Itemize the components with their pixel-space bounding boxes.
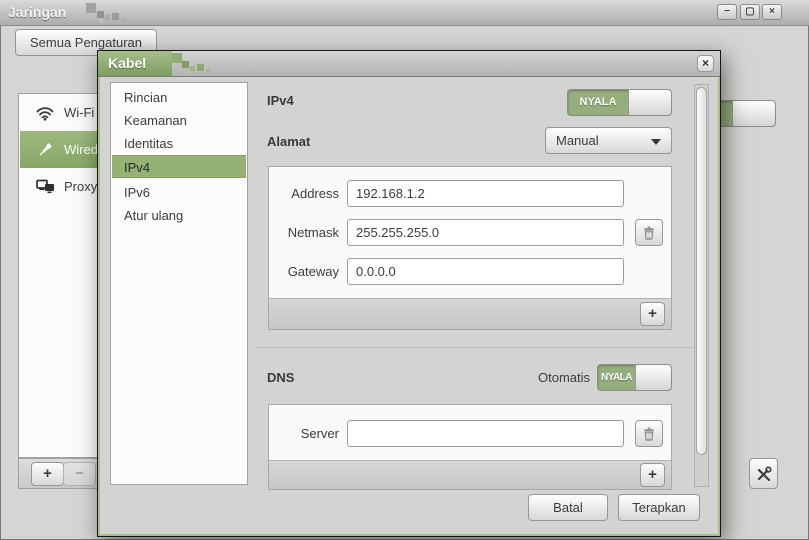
sidebar-item-label: Wired	[64, 142, 98, 157]
server-label: Server	[275, 426, 339, 441]
close-button[interactable]: ×	[762, 4, 782, 20]
add-address-button[interactable]: +	[640, 302, 665, 326]
close-icon: ×	[769, 6, 775, 17]
window-title: Jaringan	[8, 4, 66, 20]
remove-connection-button[interactable]: −	[63, 462, 96, 486]
netmask-input[interactable]	[347, 219, 624, 246]
delete-server-button[interactable]	[635, 420, 663, 447]
dns-heading: DNS	[267, 370, 294, 385]
dialog-close-icon: ×	[702, 56, 709, 70]
chevron-down-icon	[651, 139, 661, 145]
add-connection-button[interactable]: +	[31, 462, 64, 486]
nav-item-keamanan[interactable]: Keamanan	[112, 109, 246, 132]
dialog-close-button[interactable]: ×	[697, 55, 714, 72]
nav-item-ipv4[interactable]: IPv4	[112, 155, 246, 178]
nav-item-identitas[interactable]: Identitas	[112, 132, 246, 155]
dns-group-footer: +	[269, 460, 671, 489]
dropdown-value: Manual	[556, 133, 599, 148]
dialog-titlebar[interactable]: Kabel ×	[98, 51, 720, 77]
cancel-button[interactable]: Batal	[528, 494, 608, 521]
address-group: Address Netmask Gateway	[268, 166, 672, 330]
toggle-on-label: NYALA	[568, 90, 628, 115]
server-input[interactable]	[347, 420, 624, 447]
dialog-scrollbar[interactable]	[694, 84, 709, 487]
dns-auto-toggle[interactable]: NYALA	[597, 364, 672, 391]
sidebar-item-label: Proxy	[64, 179, 97, 194]
ipv4-toggle[interactable]: NYALA	[567, 89, 672, 116]
gateway-label: Gateway	[275, 264, 339, 279]
proxy-icon	[33, 179, 57, 195]
dns-auto-label: Otomatis	[458, 370, 590, 385]
delete-address-button[interactable]	[635, 219, 663, 246]
gateway-input[interactable]	[347, 258, 624, 285]
scrollbar-thumb[interactable]	[696, 87, 707, 455]
toggle-handle	[628, 90, 671, 115]
dns-group: Server +	[268, 404, 672, 490]
minimize-icon: −	[724, 6, 730, 17]
toggle-handle	[732, 101, 775, 126]
apply-button[interactable]: Terapkan	[618, 494, 700, 521]
toggle-handle	[635, 365, 671, 390]
maximize-icon: ▢	[745, 6, 754, 17]
netmask-label: Netmask	[275, 225, 339, 240]
address-input[interactable]	[347, 180, 624, 207]
dialog-title: Kabel	[108, 55, 146, 71]
nav-item-rincian[interactable]: Rincian	[112, 86, 246, 109]
network-settings-window: Jaringan − ▢ × Semua Pengaturan W	[0, 0, 809, 540]
wired-icon	[33, 141, 57, 159]
tools-icon	[755, 465, 773, 483]
address-group-footer: +	[269, 298, 671, 329]
nav-item-ipv6[interactable]: IPv6	[112, 181, 246, 204]
dialog-nav: Rincian Keamanan Identitas IPv4 IPv6 Atu…	[110, 82, 248, 485]
ipv4-heading: IPv4	[267, 93, 294, 108]
wifi-icon	[33, 105, 57, 121]
maximize-button[interactable]: ▢	[740, 4, 760, 20]
minimize-button[interactable]: −	[717, 4, 737, 20]
address-method-dropdown[interactable]: Manual	[545, 127, 672, 154]
nav-item-atur-ulang[interactable]: Atur ulang	[112, 204, 246, 227]
address-label: Address	[275, 186, 339, 201]
toggle-on-label: NYALA	[598, 365, 635, 390]
sidebar-item-label: Wi-Fi	[64, 105, 94, 120]
tools-button[interactable]	[749, 458, 778, 489]
trash-icon	[641, 225, 657, 241]
alamat-heading: Alamat	[267, 134, 310, 149]
add-server-button[interactable]: +	[640, 463, 665, 487]
window-titlebar[interactable]: Jaringan − ▢ ×	[0, 0, 809, 26]
wired-settings-dialog: Kabel × Rincian Keamanan Identitas IPv4 …	[97, 50, 721, 537]
section-separator	[256, 347, 692, 348]
trash-icon	[641, 426, 657, 442]
